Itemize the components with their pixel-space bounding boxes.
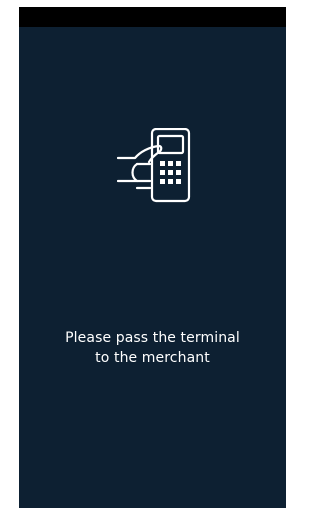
handover-prompt: Please pass the terminal to the merchant	[19, 27, 286, 508]
message-line-1: Please pass the terminal	[65, 330, 240, 346]
terminal-screen: Please pass the terminal to the merchant	[19, 7, 286, 508]
status-bar	[19, 7, 286, 27]
page: Please pass the terminal to the merchant	[0, 0, 305, 508]
handover-message: Please pass the terminal to the merchant	[19, 328, 286, 368]
message-line-2: to the merchant	[95, 350, 210, 366]
card-terminal-hand-icon	[117, 128, 202, 206]
